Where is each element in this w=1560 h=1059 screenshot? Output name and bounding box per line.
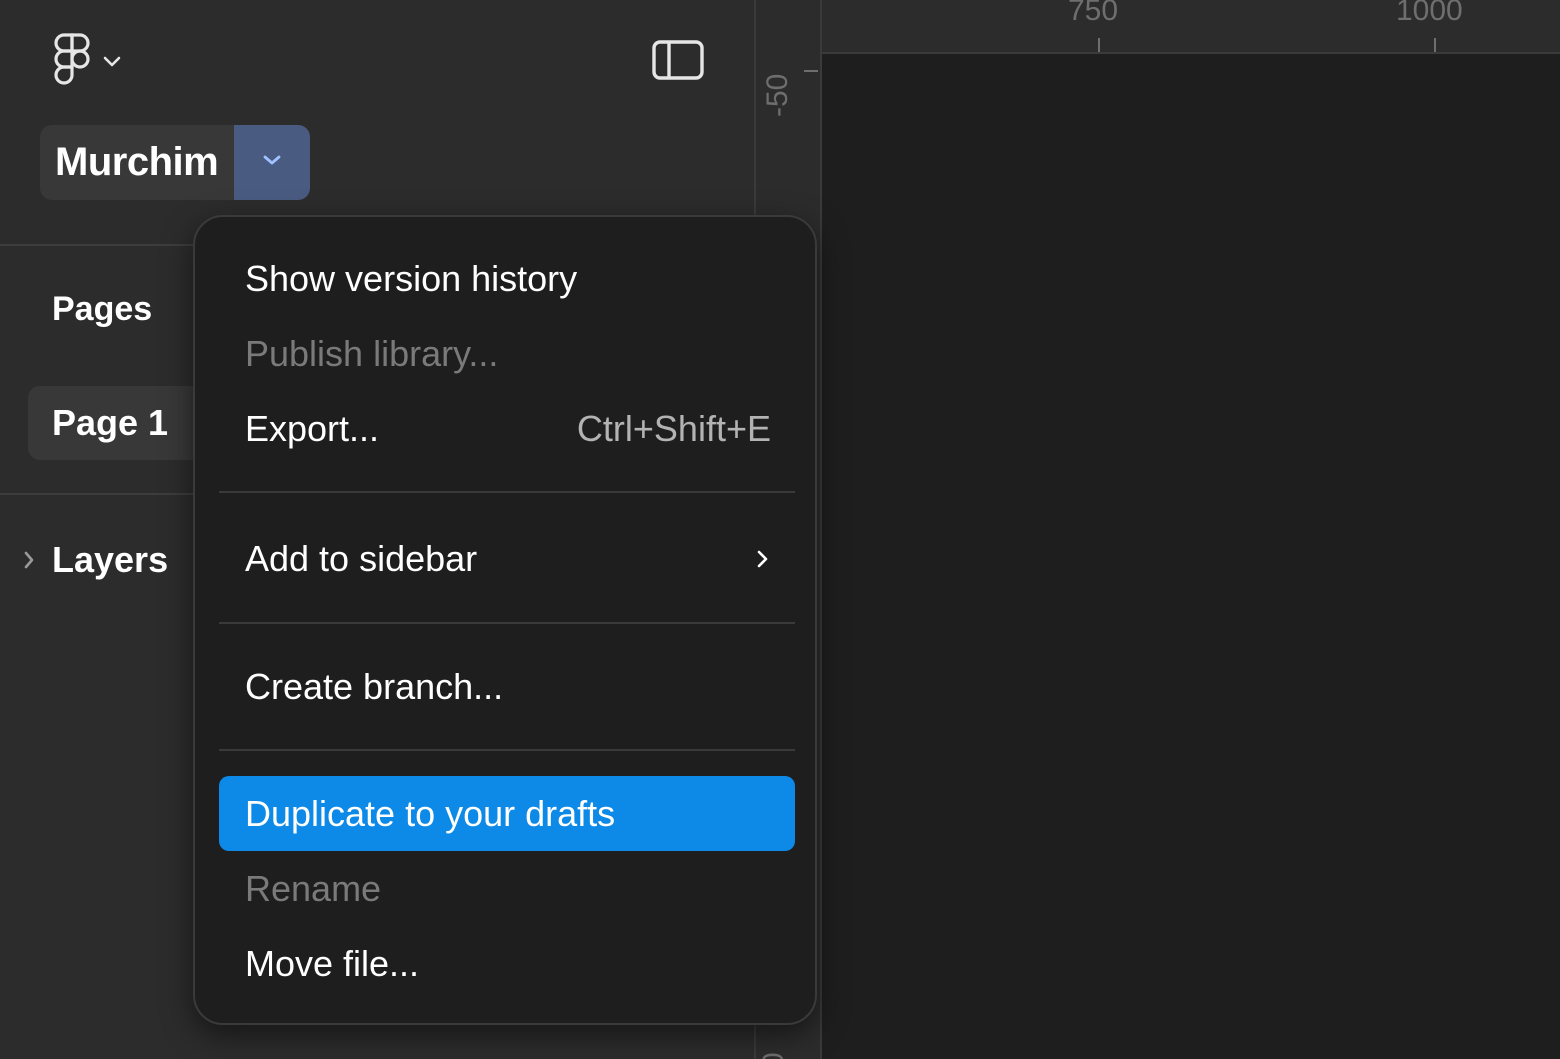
page-label: Page 1 bbox=[52, 402, 169, 443]
menu-item-label: Export... bbox=[245, 407, 380, 449]
file-menu-button[interactable] bbox=[234, 125, 311, 200]
file-name[interactable]: Murchim bbox=[40, 125, 235, 200]
sidebar-toggle-icon bbox=[651, 39, 705, 86]
menu-item-move-file[interactable]: Move file... bbox=[219, 926, 795, 1001]
menu-item-export[interactable]: Export... Ctrl+Shift+E bbox=[219, 391, 795, 466]
menu-item-label: Publish library... bbox=[245, 332, 499, 374]
menu-separator bbox=[219, 491, 795, 493]
ruler-tick bbox=[1434, 38, 1436, 52]
file-name-control: Murchim bbox=[40, 125, 311, 200]
ruler-tick bbox=[1098, 38, 1100, 52]
ruler-mark-1000: 1000 bbox=[1396, 0, 1463, 27]
chevron-down-icon bbox=[261, 153, 283, 172]
chevron-down-icon bbox=[102, 54, 122, 68]
main-menu-button[interactable] bbox=[52, 30, 142, 92]
menu-item-show-version-history[interactable]: Show version history bbox=[219, 241, 795, 316]
file-context-menu: Show version history Publish library... … bbox=[193, 215, 817, 1025]
pages-section-title: Pages bbox=[52, 290, 153, 328]
toggle-sidebar-button[interactable] bbox=[648, 38, 708, 86]
menu-item-label: Create branch... bbox=[245, 665, 504, 707]
ruler-mark-0: 0 bbox=[757, 1052, 790, 1059]
horizontal-ruler: 750 1000 bbox=[756, 0, 1560, 54]
menu-separator bbox=[219, 749, 795, 751]
ruler-mark-750: 750 bbox=[1068, 0, 1119, 27]
ruler-mark-neg-50: -50 bbox=[761, 73, 794, 117]
menu-item-label: Rename bbox=[245, 867, 382, 909]
menu-item-duplicate-to-drafts[interactable]: Duplicate to your drafts bbox=[219, 776, 795, 851]
menu-item-label: Move file... bbox=[245, 942, 420, 984]
menu-item-shortcut: Ctrl+Shift+E bbox=[576, 407, 771, 449]
chevron-right-icon bbox=[18, 549, 40, 571]
ruler-corner bbox=[756, 0, 822, 52]
canvas[interactable] bbox=[822, 54, 1560, 1059]
menu-item-add-to-sidebar[interactable]: Add to sidebar bbox=[219, 521, 795, 596]
menu-separator bbox=[219, 622, 795, 624]
ruler-tick bbox=[804, 70, 818, 72]
figma-logo-icon bbox=[52, 31, 92, 91]
chevron-right-icon bbox=[755, 538, 771, 580]
menu-item-label: Duplicate to your drafts bbox=[245, 792, 616, 834]
menu-item-rename: Rename bbox=[219, 851, 795, 926]
layers-section-title: Layers bbox=[52, 539, 169, 580]
menu-item-publish-library: Publish library... bbox=[219, 316, 795, 391]
menu-item-label: Add to sidebar bbox=[245, 537, 478, 579]
menu-item-create-branch[interactable]: Create branch... bbox=[219, 649, 795, 724]
menu-item-label: Show version history bbox=[245, 257, 578, 299]
layers-section-toggle[interactable]: Layers bbox=[18, 528, 168, 592]
figma-app-window: Murchim Pages Page 1 Layers 750 1000 -50… bbox=[0, 0, 1560, 1059]
